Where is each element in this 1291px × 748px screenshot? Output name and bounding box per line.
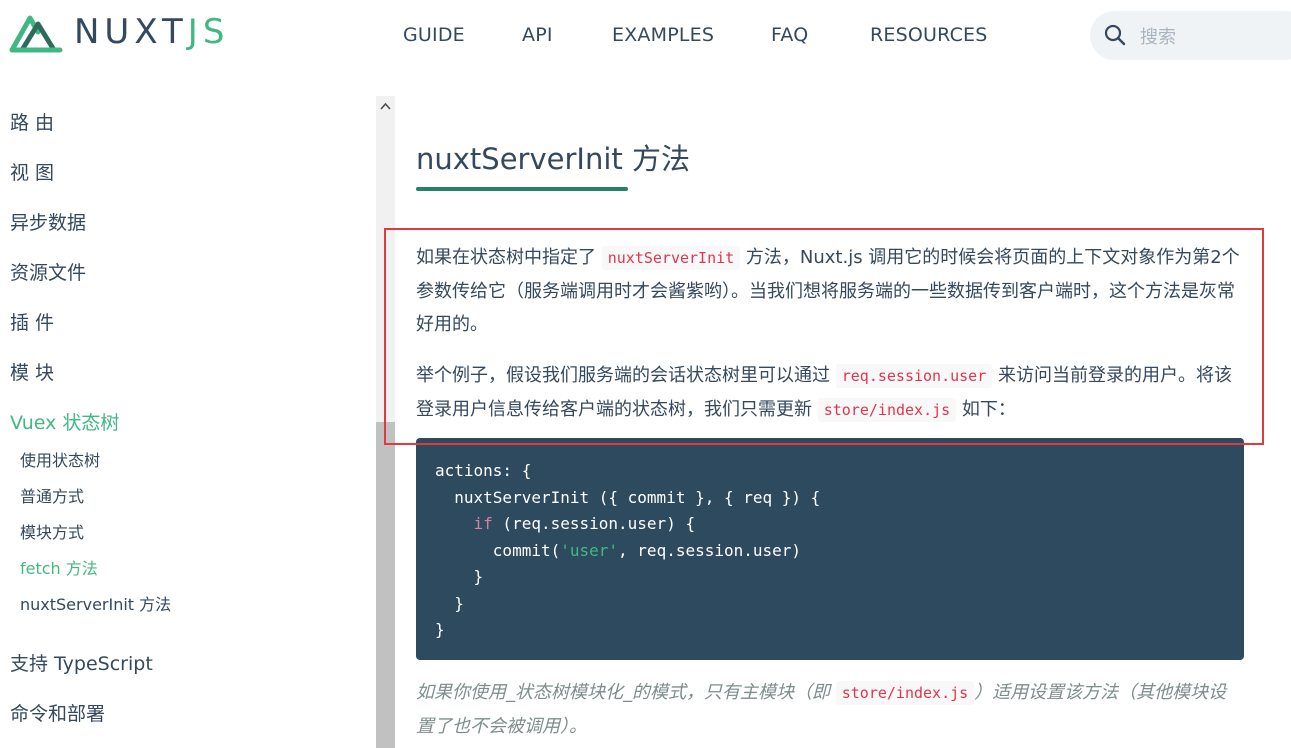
sidebar-item-modules[interactable]: 模 块 bbox=[10, 358, 54, 385]
code-line: nuxtServerInit ({ commit }, { req }) { bbox=[435, 487, 821, 507]
header: NUXTJS GUIDE API EXAMPLES FAQ RESOURCES bbox=[0, 0, 1291, 78]
code-line: } bbox=[435, 567, 484, 586]
sidebar-subitem-nuxtserverinit[interactable]: nuxtServerInit 方法 bbox=[20, 591, 171, 615]
search-box[interactable] bbox=[1090, 11, 1291, 60]
highlight-annotation-box bbox=[384, 228, 1264, 445]
nav-api[interactable]: API bbox=[522, 24, 553, 46]
nuxt-mountain-icon bbox=[9, 15, 63, 53]
code-line: } bbox=[435, 593, 464, 613]
code-string: 'user' bbox=[560, 540, 619, 560]
nav-guide[interactable]: GUIDE bbox=[403, 24, 465, 46]
sidebar-item-routing[interactable]: 路 由 bbox=[10, 108, 54, 135]
logo-text-nuxt: NUXT bbox=[74, 12, 188, 52]
sidebar-item-vuex-store[interactable]: Vuex 状态树 bbox=[10, 408, 119, 435]
code-line: commit('user', req.session.user) bbox=[435, 538, 1225, 565]
logo-text: NUXTJS bbox=[74, 10, 229, 54]
code-line: if (req.session.user) { bbox=[435, 511, 1225, 538]
sidebar-subitem-activate-store[interactable]: 使用状态树 bbox=[20, 447, 100, 471]
sidebar-item-assets[interactable]: 资源文件 bbox=[10, 258, 86, 285]
scrollbar-thumb[interactable] bbox=[376, 422, 395, 748]
code-block: actions: { nuxtServerInit ({ commit }, {… bbox=[416, 438, 1244, 660]
nav-faq[interactable]: FAQ bbox=[771, 24, 808, 46]
code-line: actions: { bbox=[435, 461, 532, 480]
code-text: (req.session.user) { bbox=[492, 514, 696, 533]
sidebar-item-async-data[interactable]: 异步数据 bbox=[10, 208, 86, 235]
sidebar-item-plugins[interactable]: 插 件 bbox=[10, 308, 54, 335]
sidebar-subitem-classic-mode[interactable]: 普通方式 bbox=[20, 483, 84, 507]
search-icon bbox=[1104, 24, 1126, 46]
sidebar-item-typescript[interactable]: 支持 TypeScript bbox=[10, 649, 153, 676]
code-line: } bbox=[435, 620, 445, 639]
page-title: nuxtServerInit 方法 bbox=[416, 142, 690, 176]
sidebar-item-commands-deployment[interactable]: 命令和部署 bbox=[10, 699, 105, 726]
text: 如果你使用_状态树模块化_的模式，只有主模块（即 bbox=[416, 682, 836, 703]
nav-examples[interactable]: EXAMPLES bbox=[612, 24, 714, 46]
note-paragraph: 如果你使用_状态树模块化_的模式，只有主模块（即 store/index.js）… bbox=[416, 676, 1242, 743]
scroll-up-arrow-icon[interactable] bbox=[376, 96, 395, 116]
code-text: commit( bbox=[435, 540, 561, 560]
nav-resources[interactable]: RESOURCES bbox=[870, 24, 988, 46]
title-underline bbox=[416, 187, 628, 191]
sidebar-subitem-fetch-method[interactable]: fetch 方法 bbox=[20, 555, 98, 579]
inline-code-store-index: store/index.js bbox=[835, 681, 975, 705]
sidebar: 路 由 视 图 异步数据 资源文件 插 件 模 块 Vuex 状态树 使用状态树… bbox=[0, 96, 376, 748]
search-input[interactable] bbox=[1138, 23, 1291, 51]
sidebar-subitem-modules-mode[interactable]: 模块方式 bbox=[20, 519, 84, 543]
code-keyword: if bbox=[473, 514, 493, 533]
logo-text-js: JS bbox=[187, 12, 230, 52]
sidebar-item-views[interactable]: 视 图 bbox=[10, 158, 54, 185]
nuxt-logo[interactable]: NUXTJS bbox=[8, 10, 229, 54]
code-text: , req.session.user) bbox=[618, 540, 802, 560]
